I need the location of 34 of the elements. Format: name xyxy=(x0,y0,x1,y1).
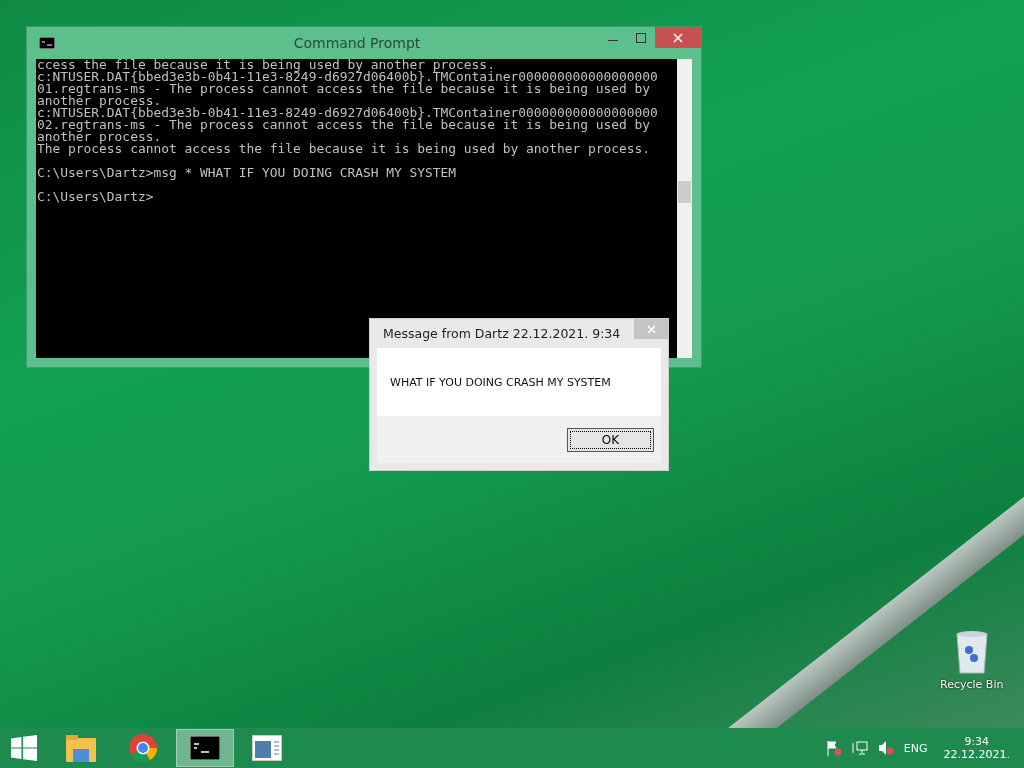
minimize-icon xyxy=(608,40,618,41)
console-line: ccess the file because it is being used by another process. xyxy=(37,59,495,71)
network-icon[interactable] xyxy=(851,740,868,756)
console-icon xyxy=(190,736,220,760)
ok-button[interactable]: OK xyxy=(567,427,654,452)
dialog-title: Message from Dartz 22.12.2021. 9:34 xyxy=(383,326,621,341)
scrollbar[interactable] xyxy=(677,59,692,358)
speaker-muted-icon[interactable] xyxy=(877,740,894,756)
console-line: C:\Users\Dartz>msg * WHAT IF YOU DOING CRASH MY SYSTEM xyxy=(37,167,458,179)
close-icon xyxy=(646,324,656,334)
window-title: Command Prompt xyxy=(292,35,422,51)
console-line: c:NTUSER.DAT{bbed3e3b-0b41-11e3-8249-d6927d06400b}.TMContainer000000000000000000 xyxy=(37,107,659,119)
console-icon xyxy=(39,37,55,49)
maximize-icon xyxy=(636,32,646,43)
clock-time[interactable]: 9:34 xyxy=(964,735,990,748)
desktop-icon-label[interactable]: Recycle Bin xyxy=(940,678,1004,691)
folder-icon xyxy=(65,733,97,763)
console-line: 01.regtrans-ms - The process cannot access the file because it is being used by xyxy=(37,83,651,95)
console-line: 02.regtrans-ms - The process cannot access the file because it is being used by xyxy=(37,119,651,131)
language-indicator[interactable]: ENG xyxy=(903,741,928,755)
dialog-message: WHAT IF YOU DOING CRASH MY SYSTEM xyxy=(390,375,611,389)
clock-date[interactable]: 22.12.2021. xyxy=(943,748,1010,761)
console-line: another process. xyxy=(37,131,163,143)
console-line: c:NTUSER.DAT{bbed3e3b-0b41-11e3-8249-d6927d06400b}.TMContainer000000000000000000 xyxy=(37,71,659,83)
trash-bin-icon[interactable] xyxy=(954,630,989,674)
console-line: another process. xyxy=(37,95,162,107)
close-icon xyxy=(673,32,683,43)
window-icon xyxy=(252,735,282,761)
browser-icon xyxy=(128,733,158,763)
flag-icon[interactable] xyxy=(825,740,842,756)
windows-logo-icon xyxy=(11,735,37,761)
console-line: The process cannot access the file because it is being used by another process. xyxy=(37,143,652,155)
taskbar-app[interactable] xyxy=(176,729,234,767)
console-line: C:\Users\Dartz> xyxy=(37,191,155,203)
